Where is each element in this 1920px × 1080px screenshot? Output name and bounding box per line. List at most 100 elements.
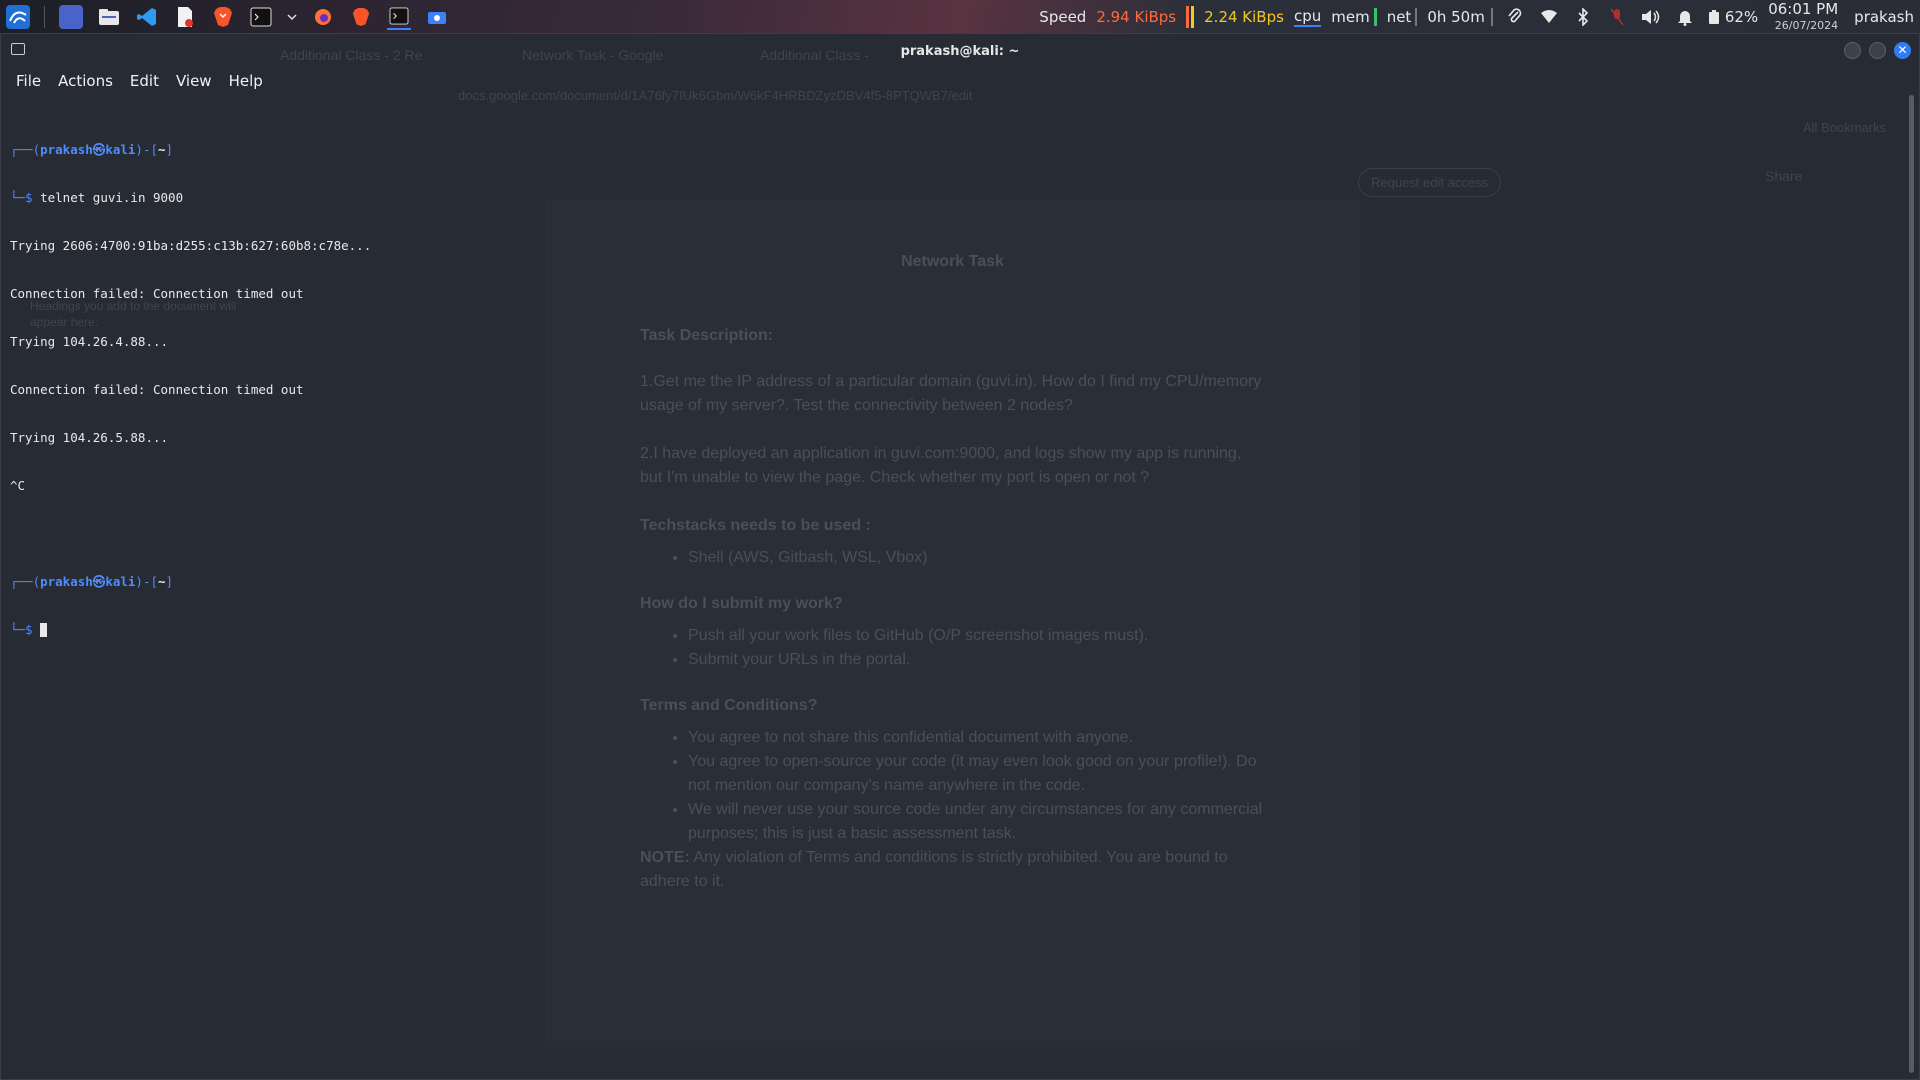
doc-tech-list: Shell (AWS, Gitbash, WSL, Vbox) — [640, 546, 1265, 570]
close-button[interactable]: ✕ — [1894, 42, 1911, 59]
prompt-dollar-icon: └─$ — [10, 622, 41, 637]
prompt-host-2: kali — [105, 574, 136, 589]
doc-terms-item: You agree to not share this confidential… — [688, 726, 1265, 750]
brave-icon[interactable] — [211, 5, 235, 29]
prompt-line-1: ┌──(prakash㉿kali)-[~] — [10, 142, 371, 158]
prompt-at-icon: ㉿ — [92, 142, 106, 157]
doc-task-heading: Task Description: — [640, 327, 774, 344]
clock-date: 26/07/2024 — [1774, 19, 1839, 32]
prompt-corner-icon: ┌──( — [10, 142, 41, 157]
doc-terms-heading: Terms and Conditions? — [640, 697, 818, 714]
bg-share: Share — [1765, 168, 1803, 184]
input-line[interactable]: └─$ — [10, 622, 371, 638]
vscode-icon[interactable] — [135, 5, 159, 29]
workspace-icon[interactable] — [59, 4, 83, 29]
doc-note: NOTE: Any violation of Terms and conditi… — [640, 846, 1265, 894]
battery-icon[interactable] — [1707, 5, 1721, 29]
doc-submit-heading: How do I submit my work? — [640, 595, 843, 612]
doc-title: Network Task — [901, 253, 1004, 270]
prompt-dollar-icon: └─$ — [10, 190, 41, 205]
doc-terms-item: You agree to open-source your code (it m… — [688, 750, 1265, 798]
clock-time: 06:01 PM — [1768, 0, 1839, 18]
output-line: Trying 104.26.4.88... — [10, 334, 169, 349]
terminal-icon[interactable] — [249, 5, 273, 29]
terminal-window-icon — [11, 43, 25, 55]
wifi-icon[interactable] — [1537, 5, 1561, 29]
doc-note-label: NOTE: — [640, 849, 690, 866]
files-icon[interactable] — [97, 5, 121, 29]
prompt-host: kali — [105, 142, 136, 157]
speed-label: Speed — [1039, 7, 1087, 26]
maximize-button[interactable] — [1869, 42, 1886, 59]
screenshot-icon[interactable] — [425, 5, 449, 29]
system-tray: Speed 2.94 KiBps 2.24 KiBps cpu mem net … — [1039, 0, 1914, 33]
bg-tab-1: Additional Class - 2 Re — [280, 47, 423, 63]
net-monitor[interactable]: net — [1387, 7, 1418, 26]
uptime: 0h 50m — [1427, 7, 1493, 26]
taskbar: Speed 2.94 KiBps 2.24 KiBps cpu mem net … — [0, 0, 1920, 33]
chevron-down-icon[interactable] — [287, 5, 297, 29]
prompt-corner-icon: ┌──( — [10, 574, 41, 589]
brave-icon-2[interactable] — [349, 5, 373, 29]
app-launcher — [0, 4, 449, 30]
window-controls: ✕ — [1844, 42, 1911, 59]
doc-submit-list: Push all your work files to GitHub (O/P … — [640, 624, 1265, 672]
document-icon[interactable] — [173, 5, 197, 29]
menu-help[interactable]: Help — [229, 72, 263, 90]
menu-actions[interactable]: Actions — [58, 72, 113, 90]
kali-menu-icon[interactable] — [6, 4, 30, 29]
bg-tab-3: Additional Class - — [760, 47, 869, 63]
minimize-button[interactable] — [1844, 42, 1861, 59]
mem-monitor[interactable]: mem — [1331, 7, 1377, 26]
firefox-icon[interactable] — [311, 5, 335, 29]
menu-edit[interactable]: Edit — [130, 72, 159, 90]
cpu-monitor[interactable]: cpu — [1293, 7, 1322, 27]
prompt-bracket-icon: )-[ — [135, 142, 158, 157]
doc-note-text: Any violation of Terms and conditions is… — [640, 849, 1228, 890]
window-title: prakash@kali: ~ — [900, 43, 1020, 59]
prompt-bracket-close-icon: ] — [165, 142, 174, 157]
doc-p2: 2.I have deployed an application in guvi… — [640, 445, 1242, 486]
microphone-muted-icon[interactable] — [1605, 5, 1629, 29]
menu-file[interactable]: File — [16, 72, 41, 90]
terminal-output[interactable]: ┌──(prakash㉿kali)-[~] └─$ telnet guvi.in… — [10, 110, 371, 654]
terminal-active-icon[interactable] — [387, 4, 411, 30]
output-line: ^C — [10, 478, 26, 493]
bg-doc: Network Task Task Description: 1.Get me … — [640, 250, 1265, 894]
command-line: └─$ telnet guvi.in 9000 — [10, 190, 371, 206]
battery-percent: 62% — [1724, 7, 1759, 26]
doc-tech-heading: Techstacks needs to be used : — [640, 517, 871, 534]
prompt-at-icon: ㉿ — [92, 574, 106, 589]
username[interactable]: prakash — [1854, 8, 1914, 26]
prompt-user-2: prakash — [40, 574, 93, 589]
scrollbar[interactable] — [1909, 95, 1914, 1073]
bluetooth-icon[interactable] — [1571, 5, 1595, 29]
menu-view[interactable]: View — [176, 72, 212, 90]
doc-tech-item: Shell (AWS, Gitbash, WSL, Vbox) — [688, 546, 1265, 570]
bg-request-edit: Request edit access — [1358, 168, 1502, 197]
prompt-user: prakash — [40, 142, 93, 157]
command-text: telnet guvi.in 9000 — [40, 190, 184, 205]
speed-bar-icon — [1186, 5, 1190, 28]
bg-tab-2: Network Task - Google — [522, 47, 664, 63]
doc-terms-list: You agree to not share this confidential… — [640, 726, 1265, 846]
doc-submit-item: Submit your URLs in the portal. — [688, 648, 1265, 672]
bg-bookmarks: All Bookmarks — [1803, 120, 1887, 135]
doc-p1: 1.Get me the IP address of a particular … — [640, 373, 1262, 414]
output-line: Trying 2606:4700:91ba:d255:c13b:627:60b8… — [10, 238, 372, 253]
clock[interactable]: 06:01 PM 26/07/2024 — [1768, 0, 1839, 32]
taskbar-separator — [44, 5, 45, 28]
bell-icon[interactable] — [1673, 5, 1697, 29]
paperclip-icon[interactable] — [1503, 5, 1527, 29]
doc-terms-item: We will never use your source code under… — [688, 798, 1265, 846]
download-speed: 2.94 KiBps — [1096, 7, 1177, 26]
upload-speed: 2.24 KiBps — [1204, 7, 1284, 26]
bg-url: docs.google.com/document/d/1A76fy7IUk6Gb… — [458, 88, 973, 103]
volume-icon[interactable] — [1639, 5, 1663, 29]
prompt-dir-2: ~ — [158, 574, 166, 589]
prompt-bracket-icon: )-[ — [135, 574, 158, 589]
output-line: Connection failed: Connection timed out — [10, 382, 304, 397]
doc-submit-item: Push all your work files to GitHub (O/P … — [688, 624, 1265, 648]
prompt-dir: ~ — [158, 142, 166, 157]
